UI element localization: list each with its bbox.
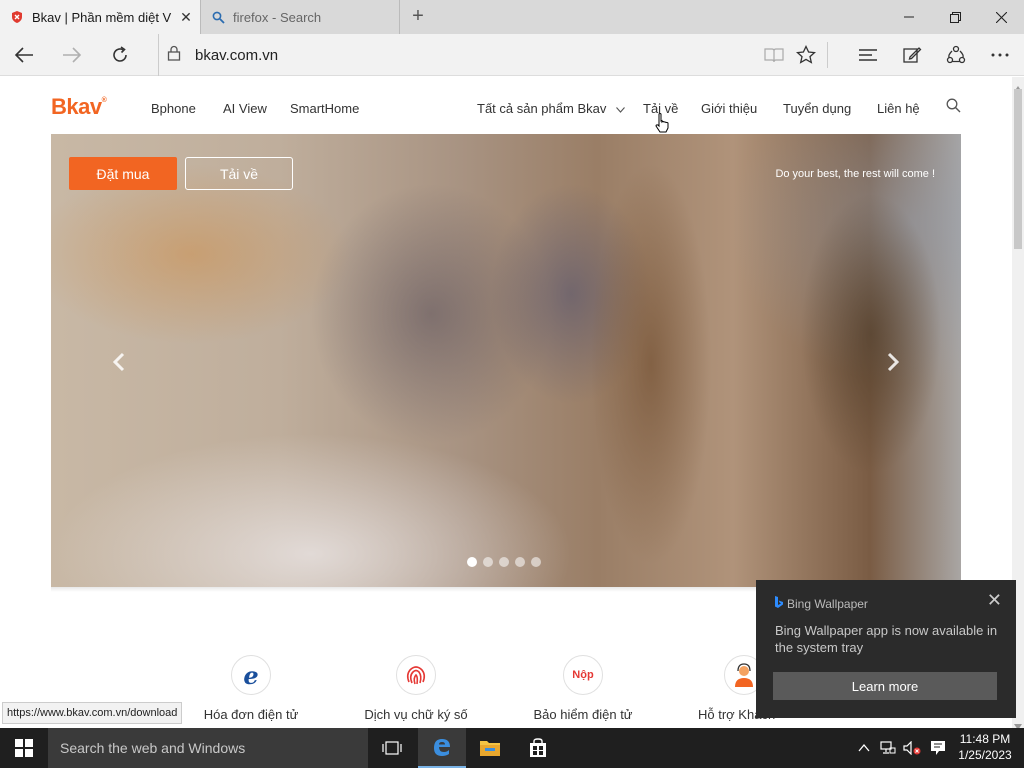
edge-taskbar-icon[interactable] bbox=[418, 728, 466, 768]
bkav-shield-icon bbox=[10, 10, 24, 24]
close-window-button[interactable] bbox=[978, 0, 1024, 34]
nav-about[interactable]: Giới thiệu bbox=[701, 101, 757, 116]
bing-icon bbox=[774, 596, 784, 612]
carousel-dots bbox=[467, 557, 541, 567]
nav-bphone[interactable]: Bphone bbox=[151, 101, 196, 116]
site-search-icon[interactable] bbox=[946, 98, 961, 118]
network-icon[interactable] bbox=[876, 728, 900, 768]
carousel-prev-icon[interactable] bbox=[107, 347, 131, 377]
chevron-down-icon bbox=[616, 101, 625, 116]
clock-time: 11:48 PM bbox=[959, 732, 1011, 746]
store-icon[interactable] bbox=[514, 728, 562, 768]
toolbar-divider bbox=[827, 42, 828, 68]
address-url: bkav.com.vn bbox=[195, 46, 279, 64]
address-bar[interactable]: bkav.com.vn bbox=[158, 34, 748, 76]
taskbar: Search the web and Windows 11:48 PM 1/25… bbox=[0, 728, 1024, 768]
browser-toolbar: bkav.com.vn bbox=[0, 34, 1024, 76]
feature-e-invoice[interactable]: e Hóa đơn điện tử bbox=[198, 655, 304, 722]
carousel-dot[interactable] bbox=[515, 557, 525, 567]
carousel-dot[interactable] bbox=[531, 557, 541, 567]
status-bar-url: https://www.bkav.com.vn/download bbox=[2, 702, 183, 724]
nav-all-products-label: Tất cả sản phẩm Bkav bbox=[477, 101, 607, 116]
scrollbar-thumb[interactable] bbox=[1014, 89, 1022, 249]
tab-firefox-search[interactable]: firefox - Search bbox=[200, 0, 400, 34]
back-button[interactable] bbox=[2, 34, 46, 76]
carousel-dot[interactable] bbox=[467, 557, 477, 567]
hero-carousel: Đặt mua Tải về Do your best, the rest wi… bbox=[51, 134, 961, 587]
restore-button[interactable] bbox=[932, 0, 978, 34]
learn-more-button[interactable]: Learn more bbox=[773, 672, 997, 700]
feature-digital-signature[interactable]: Dịch vụ chữ ký số bbox=[357, 655, 475, 722]
volume-muted-icon[interactable] bbox=[900, 728, 924, 768]
e-invoice-icon-letter: e bbox=[243, 660, 259, 690]
nav-smarthome[interactable]: SmartHome bbox=[290, 101, 359, 116]
lock-icon bbox=[167, 45, 181, 66]
file-explorer-icon[interactable] bbox=[466, 728, 514, 768]
taskbar-search[interactable]: Search the web and Windows bbox=[48, 728, 368, 768]
action-center-icon[interactable] bbox=[926, 728, 950, 768]
feature-label: Hóa đơn điện tử bbox=[203, 707, 299, 722]
logo-text: Bkav bbox=[51, 94, 102, 119]
tab-title: firefox - Search bbox=[233, 9, 322, 25]
nav-all-products[interactable]: Tất cả sản phẩm Bkav bbox=[477, 101, 625, 116]
feature-label: Dịch vụ chữ ký số bbox=[364, 707, 468, 722]
toast-message: Bing Wallpaper app is now available in t… bbox=[775, 623, 998, 655]
e-invoice-icon: e bbox=[231, 655, 271, 695]
windows-logo-icon bbox=[15, 739, 33, 757]
nav-contact[interactable]: Liên hệ bbox=[877, 101, 920, 116]
nav-ai-view[interactable]: AI View bbox=[223, 101, 267, 116]
notification-toast: Bing Wallpaper ✕ Bing Wallpaper app is n… bbox=[756, 580, 1016, 718]
refresh-button[interactable] bbox=[98, 34, 142, 76]
system-clock[interactable]: 11:48 PM 1/25/2023 bbox=[954, 731, 1016, 763]
hero-slogan: Do your best, the rest will come ! bbox=[775, 168, 935, 180]
favorite-star-icon[interactable] bbox=[784, 34, 828, 76]
start-button[interactable] bbox=[0, 728, 48, 768]
hub-icon[interactable] bbox=[846, 34, 890, 76]
hero-download-button[interactable]: Tải về bbox=[185, 157, 293, 190]
insurance-icon-text: Nộp bbox=[572, 669, 594, 681]
feature-label: Bảo hiểm điện tử bbox=[533, 707, 633, 722]
carousel-next-icon[interactable] bbox=[881, 347, 905, 377]
fingerprint-icon bbox=[396, 655, 436, 695]
tab-title: Bkav | Phần mềm diệt V bbox=[32, 9, 172, 25]
minimize-button[interactable] bbox=[886, 0, 932, 34]
show-hidden-icons-chevron-icon[interactable] bbox=[852, 728, 876, 768]
carousel-dot[interactable] bbox=[499, 557, 509, 567]
scroll-down-arrow-icon[interactable] bbox=[1014, 717, 1022, 730]
close-tab-icon[interactable]: ✕ bbox=[172, 9, 200, 26]
carousel-dot[interactable] bbox=[483, 557, 493, 567]
more-menu-icon[interactable] bbox=[978, 34, 1022, 76]
feature-e-insurance[interactable]: Nộp Bảo hiểm điện tử bbox=[525, 655, 641, 722]
registered-mark: ® bbox=[101, 97, 107, 104]
toast-app-name: Bing Wallpaper bbox=[787, 597, 868, 611]
tab-bkav[interactable]: Bkav | Phần mềm diệt V ✕ bbox=[0, 0, 200, 34]
web-note-icon[interactable] bbox=[890, 34, 934, 76]
toast-close-icon[interactable]: ✕ bbox=[987, 590, 1002, 611]
task-view-icon[interactable] bbox=[368, 728, 416, 768]
nav-careers[interactable]: Tuyển dụng bbox=[783, 101, 851, 116]
new-tab-button[interactable]: + bbox=[405, 4, 431, 30]
tab-bar: Bkav | Phần mềm diệt V ✕ firefox - Searc… bbox=[0, 0, 1024, 34]
share-icon[interactable] bbox=[934, 34, 978, 76]
forward-button[interactable] bbox=[50, 34, 94, 76]
toast-header: Bing Wallpaper bbox=[774, 596, 868, 612]
clock-date: 1/25/2023 bbox=[958, 748, 1012, 762]
search-icon bbox=[211, 10, 225, 24]
bkav-logo[interactable]: Bkav® bbox=[51, 94, 107, 120]
insurance-icon: Nộp bbox=[563, 655, 603, 695]
scroll-up-arrow-icon[interactable] bbox=[1014, 79, 1022, 92]
buy-button[interactable]: Đặt mua bbox=[69, 157, 177, 190]
